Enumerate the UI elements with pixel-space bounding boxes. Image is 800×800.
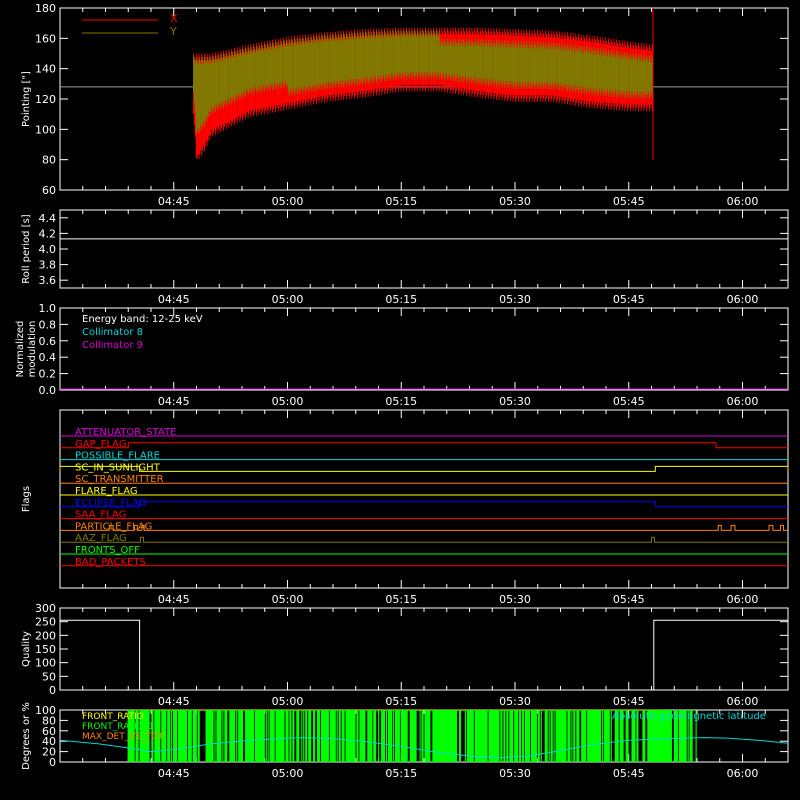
y-tick-label: 4.4 — [39, 212, 57, 225]
y-axis-label: Quality — [21, 631, 32, 667]
x-tick-label: 05:30 — [499, 695, 531, 708]
y-tick-label: 1.0 — [39, 302, 57, 315]
y-tick-label: 150 — [35, 643, 56, 656]
x-tick-label: 05:45 — [613, 195, 645, 208]
x-tick-label: 05:30 — [499, 395, 531, 408]
x-tick-label: 06:00 — [727, 395, 759, 408]
legend-label: Y — [169, 25, 177, 38]
x-tick-label: 05:45 — [613, 767, 645, 780]
x-tick-label: 06:00 — [727, 767, 759, 780]
y-tick-label: 0.0 — [39, 384, 57, 397]
y-tick-label: 0.2 — [39, 368, 57, 381]
x-tick-label: 06:00 — [727, 195, 759, 208]
y-tick-label: 4.0 — [39, 243, 57, 256]
x-tick-label: 05:15 — [385, 195, 417, 208]
ratios-legend-label: MAX_DET_VS_TOT — [82, 732, 164, 742]
ratios-legend-label: FRONT_RATIO_1 — [82, 722, 154, 732]
y-tick-label: 140 — [35, 63, 56, 76]
ratios-legend-label: FRONT_RATIO — [82, 712, 144, 722]
y-axis-label: Pointing ["] — [21, 71, 32, 127]
x-tick-label: 05:45 — [613, 395, 645, 408]
x-tick-label: 06:00 — [727, 593, 759, 606]
y-axis-label: Roll period [s] — [21, 214, 32, 283]
y-tick-label: 0.6 — [39, 335, 57, 348]
front-ratio-1-trace — [127, 710, 697, 762]
x-tick-label: 04:45 — [158, 695, 190, 708]
x-tick-label: 05:30 — [499, 195, 531, 208]
y-tick-label: 3.6 — [39, 274, 57, 287]
y-tick-label: 250 — [35, 616, 56, 629]
y-tick-label: 80 — [42, 154, 56, 167]
x-tick-label: 05:00 — [272, 293, 304, 306]
y-tick-label: 100 — [35, 123, 56, 136]
y-tick-label: 50 — [42, 670, 56, 683]
y-tick-label: 100 — [35, 704, 56, 717]
x-tick-label: 05:15 — [385, 593, 417, 606]
x-tick-label: 05:15 — [385, 293, 417, 306]
x-tick-label: 06:00 — [727, 695, 759, 708]
y-tick-label: 100 — [35, 657, 56, 670]
y-axis-label: Flags — [21, 486, 32, 512]
x-tick-label: 05:15 — [385, 695, 417, 708]
y-tick-label: 180 — [35, 2, 56, 15]
y-tick-label: 60 — [42, 184, 56, 197]
y-tick-label: 3.8 — [39, 259, 57, 272]
x-tick-label: 04:45 — [158, 195, 190, 208]
y-tick-label: 300 — [35, 602, 56, 615]
x-tick-label: 06:00 — [727, 293, 759, 306]
x-tick-label: 05:00 — [272, 195, 304, 208]
hessi-observing-summary-plots: 04:45 05:00 05:15 05:30 05:45 06:00 60 80 100 120… — [0, 0, 800, 800]
modulation-annotation: Collimator 8 — [82, 327, 143, 338]
y-tick-label: 4.2 — [39, 227, 57, 240]
x-tick-label: 05:00 — [272, 395, 304, 408]
x-tick-label: 05:15 — [385, 395, 417, 408]
y-tick-label: 0 — [49, 684, 56, 697]
x-tick-label: 05:30 — [499, 767, 531, 780]
x-tick-label: 05:30 — [499, 293, 531, 306]
x-tick-label: 04:45 — [158, 395, 190, 408]
y-axis-label: Degrees or % — [21, 702, 32, 770]
x-tick-label: 04:45 — [158, 293, 190, 306]
x-tick-label: 05:00 — [272, 767, 304, 780]
y-axis-label: Normalized — [15, 321, 26, 378]
x-tick-label: 04:45 — [158, 593, 190, 606]
x-tick-label: 05:45 — [613, 695, 645, 708]
x-tick-label: 05:45 — [613, 293, 645, 306]
y-tick-label: 200 — [35, 629, 56, 642]
x-tick-label: 05:00 — [272, 695, 304, 708]
y-tick-label: 160 — [35, 32, 56, 45]
x-tick-label: 05:00 — [272, 593, 304, 606]
y-axis-label: modulation — [27, 321, 38, 378]
x-tick-label: 04:45 — [158, 767, 190, 780]
y-tick-label: 120 — [35, 93, 56, 106]
x-tick-label: 05:30 — [499, 593, 531, 606]
latitude-annotation: Absolute geomagnetic latitude — [612, 711, 766, 722]
legend-label: X — [170, 12, 178, 25]
modulation-annotation: Energy band: 12-25 keV — [82, 314, 203, 325]
x-tick-label: 05:15 — [385, 767, 417, 780]
y-tick-label: 0.8 — [39, 318, 57, 331]
y-tick-label: 0.4 — [39, 351, 57, 364]
modulation-annotation: Collimator 9 — [82, 340, 143, 351]
x-tick-label: 05:45 — [613, 593, 645, 606]
